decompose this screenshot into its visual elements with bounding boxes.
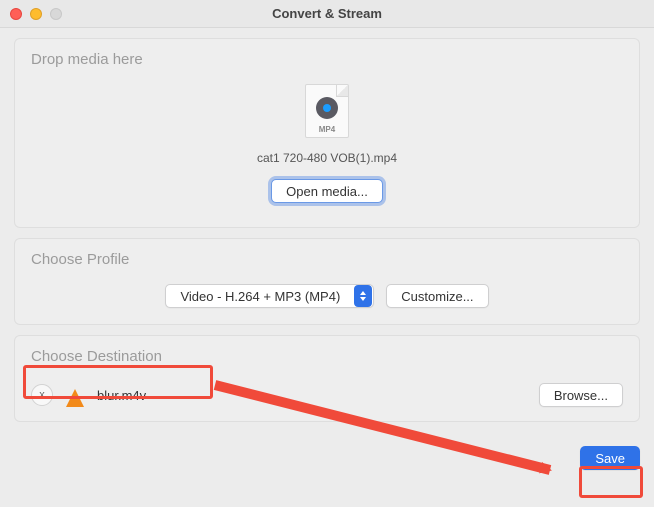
profile-select[interactable]: Video - H.264 + MP3 (MP4) bbox=[165, 284, 374, 308]
drop-area[interactable]: MP4 cat1 720-480 VOB(1).mp4 Open media..… bbox=[31, 78, 623, 211]
chevron-down-icon bbox=[354, 285, 372, 307]
choose-profile-title: Choose Profile bbox=[31, 251, 623, 268]
choose-destination-title: Choose Destination bbox=[31, 348, 623, 365]
traffic-lights bbox=[10, 8, 62, 20]
customize-button[interactable]: Customize... bbox=[386, 284, 488, 308]
destination-filename: blur.m4v bbox=[97, 388, 146, 403]
content: Drop media here MP4 cat1 720-480 VOB(1).… bbox=[0, 28, 654, 442]
destination-row: x blur.m4v Browse... bbox=[31, 379, 623, 409]
file-icon: MP4 bbox=[305, 84, 349, 138]
close-icon[interactable] bbox=[10, 8, 22, 20]
profile-row: Video - H.264 + MP3 (MP4) Customize... bbox=[31, 278, 623, 312]
footer: Save bbox=[0, 442, 654, 470]
file-ext-label: MP4 bbox=[306, 125, 348, 134]
window-title: Convert & Stream bbox=[0, 6, 654, 21]
open-media-button[interactable]: Open media... bbox=[271, 179, 383, 203]
vlc-cone-icon bbox=[63, 383, 87, 407]
browse-button[interactable]: Browse... bbox=[539, 383, 623, 407]
drop-media-title: Drop media here bbox=[31, 51, 623, 68]
maximize-icon bbox=[50, 8, 62, 20]
choose-destination-panel: Choose Destination x blur.m4v Browse... bbox=[14, 335, 640, 422]
titlebar: Convert & Stream bbox=[0, 0, 654, 28]
profile-select-value: Video - H.264 + MP3 (MP4) bbox=[166, 289, 354, 304]
drop-media-panel: Drop media here MP4 cat1 720-480 VOB(1).… bbox=[14, 38, 640, 228]
minimize-icon[interactable] bbox=[30, 8, 42, 20]
quicktime-icon bbox=[316, 97, 338, 119]
clear-destination-button[interactable]: x bbox=[31, 384, 53, 406]
dropped-filename: cat1 720-480 VOB(1).mp4 bbox=[31, 151, 623, 165]
choose-profile-panel: Choose Profile Video - H.264 + MP3 (MP4)… bbox=[14, 238, 640, 325]
annotation-highlight-save bbox=[579, 466, 643, 498]
save-button[interactable]: Save bbox=[580, 446, 640, 470]
